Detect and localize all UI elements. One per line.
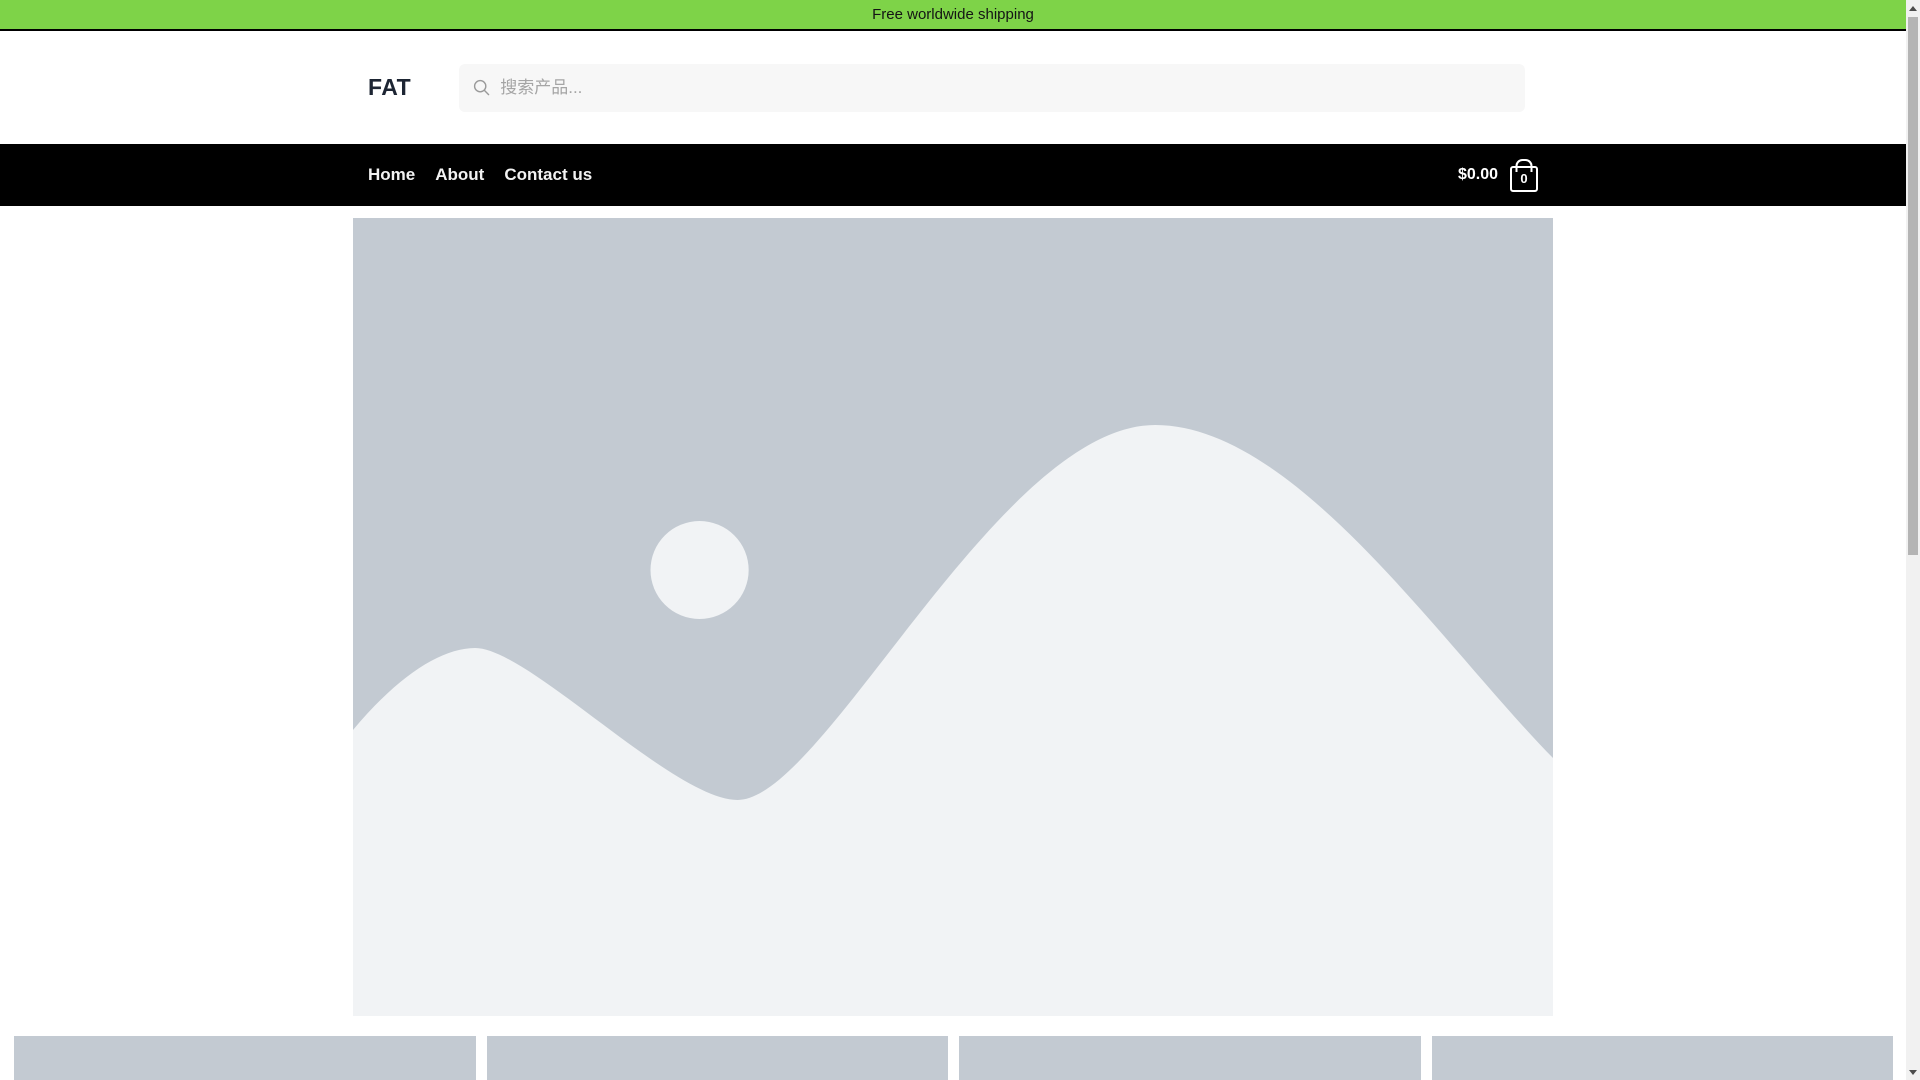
- store-notice-text: Free worldwide shipping: [872, 6, 1034, 23]
- scrollbar[interactable]: [1906, 0, 1920, 1080]
- nav-menu: Home About Contact us: [368, 165, 592, 185]
- scrollbar-thumb[interactable]: [1908, 17, 1918, 555]
- gallery-thumbnail[interactable]: [486, 1036, 948, 1080]
- gallery-row: [14, 1036, 1893, 1080]
- search-icon: [473, 79, 490, 96]
- shopping-bag-icon: 0: [1510, 165, 1538, 192]
- search-form: [459, 63, 1526, 112]
- scroll-up-icon[interactable]: [1906, 0, 1920, 16]
- cart-total: $0.00: [1457, 166, 1498, 183]
- nav-link-contact-us[interactable]: Contact us: [504, 165, 592, 184]
- search-input[interactable]: [500, 77, 1512, 98]
- cart-count: 0: [1520, 171, 1528, 186]
- placeholder-image-graphic: [353, 218, 1553, 1016]
- main-content: [0, 218, 1906, 1080]
- placeholder-sun-shape: [650, 521, 749, 619]
- nav-link-home[interactable]: Home: [368, 165, 415, 184]
- store-notice-banner: Free worldwide shipping: [0, 0, 1906, 31]
- product-image-placeholder[interactable]: [353, 218, 1553, 1016]
- cart-link[interactable]: $0.00 0: [1458, 159, 1538, 192]
- gallery-thumbnail[interactable]: [1431, 1036, 1893, 1080]
- site-header: FAT: [0, 31, 1906, 144]
- scroll-down-icon[interactable]: [1906, 1064, 1920, 1080]
- gallery-thumbnail[interactable]: [14, 1036, 476, 1080]
- primary-nav: Home About Contact us $0.00 0: [0, 144, 1906, 206]
- site-logo[interactable]: FAT: [368, 74, 411, 101]
- nav-link-about[interactable]: About: [435, 165, 484, 184]
- gallery-thumbnail[interactable]: [959, 1036, 1421, 1080]
